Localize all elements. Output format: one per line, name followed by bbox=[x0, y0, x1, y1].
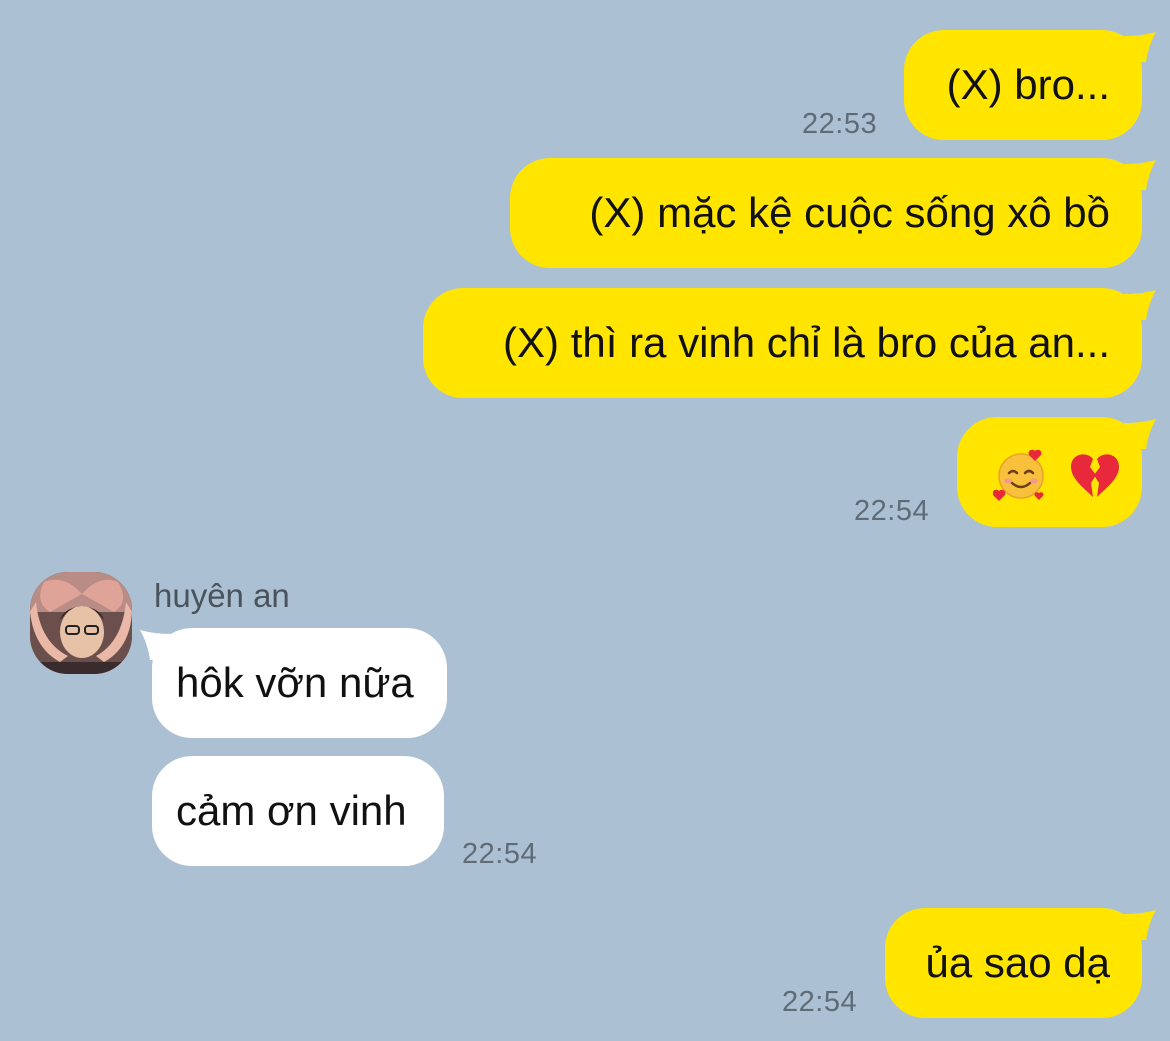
message-bubble-sent[interactable]: (X) thì ra vinh chỉ là bro của an... bbox=[423, 288, 1156, 398]
message-bubble-sent[interactable]: (X) bro... bbox=[904, 30, 1156, 140]
message-text: hôk vỡn nữa bbox=[176, 659, 414, 706]
bubble-tail bbox=[1124, 160, 1156, 190]
message-text: (X) bro... bbox=[946, 61, 1110, 108]
contact-avatar[interactable] bbox=[30, 572, 132, 674]
contact-name: huyên an bbox=[154, 577, 290, 614]
message-bubble-sent[interactable] bbox=[957, 417, 1156, 527]
message-timestamp: 22:54 bbox=[462, 838, 538, 870]
message-bubble-sent[interactable]: ủa sao dạ bbox=[885, 908, 1156, 1018]
message-text: (X) mặc kệ cuộc sống xô bồ bbox=[589, 189, 1110, 236]
broken-heart-icon bbox=[1070, 454, 1119, 497]
message-text: (X) thì ra vinh chỉ là bro của an... bbox=[503, 319, 1110, 366]
smiling-face-with-hearts-icon bbox=[993, 449, 1044, 501]
bubble-tail bbox=[1124, 32, 1156, 62]
bubble-tail bbox=[1124, 910, 1156, 940]
message-timestamp: 22:54 bbox=[782, 986, 858, 1018]
bubble-tail bbox=[140, 630, 172, 660]
message-text: cảm ơn vinh bbox=[176, 787, 407, 834]
message-bubble-received[interactable]: hôk vỡn nữa bbox=[140, 628, 447, 738]
bubble-tail bbox=[1124, 290, 1156, 320]
message-timestamp: 22:53 bbox=[802, 108, 878, 140]
bubble-tail bbox=[1124, 419, 1156, 449]
message-bubble-sent[interactable]: (X) mặc kệ cuộc sống xô bồ bbox=[510, 158, 1156, 268]
message-bubble-received[interactable]: cảm ơn vinh bbox=[152, 756, 444, 866]
message-timestamp: 22:54 bbox=[854, 495, 930, 527]
message-text: ủa sao dạ bbox=[925, 939, 1111, 986]
